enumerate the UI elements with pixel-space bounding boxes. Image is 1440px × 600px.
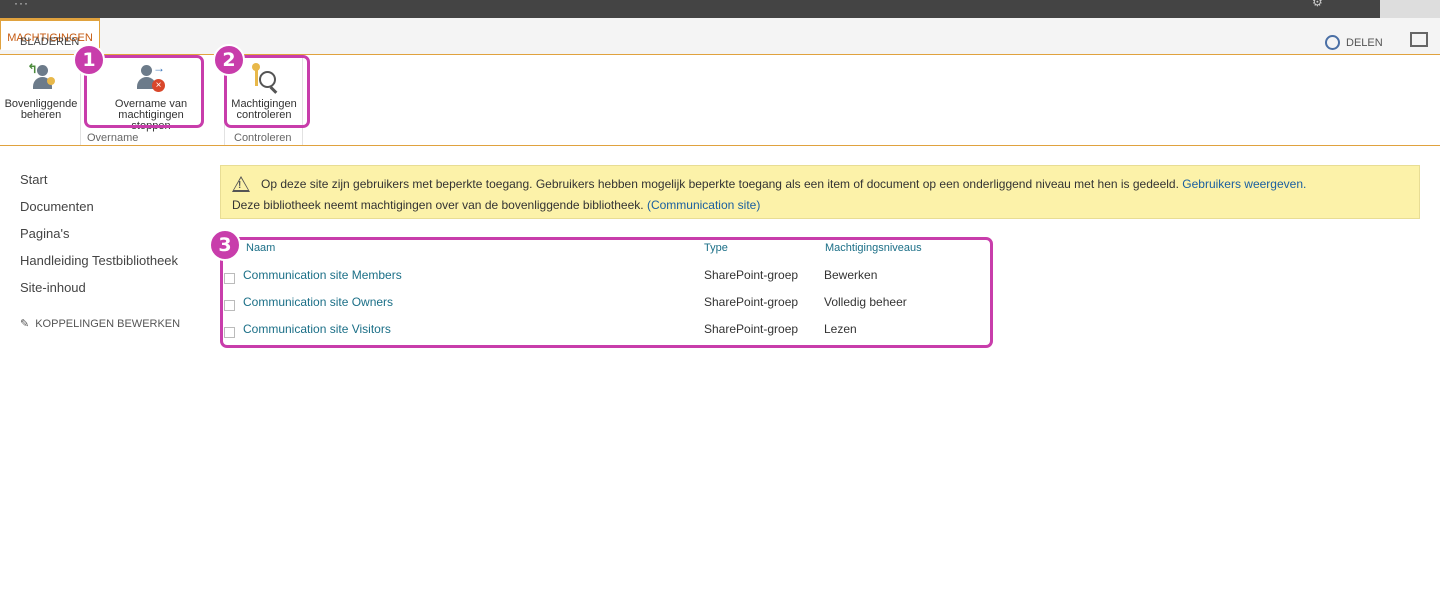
tab-browse[interactable]: BLADEREN	[20, 36, 79, 48]
edit-links-label: KOPPELINGEN BEWERKEN	[35, 317, 181, 330]
row-checkbox[interactable]	[224, 327, 235, 338]
manage-parent-icon: ↰	[25, 62, 57, 95]
status-notice: ! Op deze site zijn gebruikers met beper…	[220, 165, 1420, 219]
permission-level: Bewerken	[824, 268, 878, 282]
group-label-check: Controleren	[234, 132, 292, 144]
callout-badge-3: 3	[209, 229, 241, 261]
notice-text-1: Op deze site zijn gebruikers met beperkt…	[261, 177, 1179, 191]
warning-icon-mark: !	[238, 180, 242, 191]
app-launcher-icon[interactable]: ···	[14, 0, 29, 10]
manage-parent-button[interactable]: ↰ Bovenliggende beheren	[4, 62, 78, 121]
callout-badge-2: 2	[213, 44, 245, 76]
notice-line-1: Op deze site zijn gebruikers met beperkt…	[261, 177, 1306, 191]
permission-level: Volledig beheer	[824, 295, 907, 309]
group-label-inherit: Overname	[87, 132, 139, 144]
nav-item-start[interactable]: Start	[20, 170, 180, 197]
share-label: DELEN	[1346, 36, 1383, 49]
share-button[interactable]: DELEN	[1325, 35, 1383, 50]
column-header-name[interactable]: Naam	[246, 242, 275, 254]
group-name-link[interactable]: Communication site Owners	[243, 295, 393, 309]
show-users-link[interactable]: Gebruikers weergeven.	[1182, 177, 1306, 191]
group-type: SharePoint-groep	[704, 268, 799, 282]
column-header-type[interactable]: Type	[704, 242, 728, 254]
notice-text-2: Deze bibliotheek neemt machtigingen over…	[232, 198, 644, 212]
share-icon	[1325, 35, 1340, 50]
manage-parent-label-2: beheren	[20, 109, 62, 121]
table-row[interactable]: Communication site Members SharePoint-gr…	[224, 268, 984, 295]
row-checkbox[interactable]	[224, 300, 235, 311]
settings-icon[interactable]: ⚙	[1312, 0, 1323, 9]
table-row[interactable]: Communication site Visitors SharePoint-g…	[224, 322, 984, 349]
suite-bar: ··· ⚙	[0, 0, 1440, 27]
callout-badge-1: 1	[73, 44, 105, 76]
row-checkbox[interactable]	[224, 273, 235, 284]
group-name-link[interactable]: Communication site Members	[243, 268, 402, 282]
notice-line-2: Deze bibliotheek neemt machtigingen over…	[232, 198, 760, 212]
group-type: SharePoint-groep	[704, 295, 799, 309]
column-header-level[interactable]: Machtigingsniveaus	[825, 242, 922, 254]
group-name-link[interactable]: Communication site Visitors	[243, 322, 391, 336]
pencil-icon: ✎	[20, 318, 30, 330]
nav-item-site-contents[interactable]: Site-inhoud	[20, 278, 180, 305]
nav-item-manual-library[interactable]: Handleiding Testbibliotheek	[20, 251, 180, 278]
quick-launch-nav: Start Documenten Pagina's Handleiding Te…	[20, 170, 180, 330]
nav-item-pages[interactable]: Pagina's	[20, 224, 180, 251]
permission-level: Lezen	[824, 322, 857, 336]
group-type: SharePoint-groep	[704, 322, 799, 336]
edit-links-button[interactable]: ✎ KOPPELINGEN BEWERKEN	[20, 317, 181, 331]
table-row[interactable]: Communication site Owners SharePoint-gro…	[224, 295, 984, 322]
nav-item-documents[interactable]: Documenten	[20, 197, 180, 224]
focus-mode-icon[interactable]	[1410, 32, 1428, 47]
parent-site-link[interactable]: (Communication site)	[647, 198, 760, 212]
